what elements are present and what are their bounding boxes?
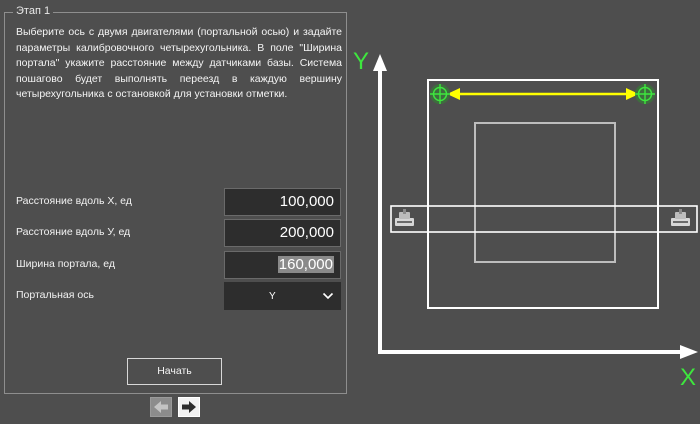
gantry-bar	[390, 205, 698, 233]
portal-axis-value: Y	[269, 291, 276, 302]
row-distance-x: Расстояние вдоль X, ед 100,000	[16, 188, 342, 216]
distance-x-input[interactable]: 100,000	[224, 188, 341, 216]
row-portal-width: Ширина портала, ед 160,000	[16, 251, 342, 279]
chevron-down-icon	[322, 292, 334, 300]
sensor-icon	[671, 209, 690, 226]
x-axis-arrowhead	[680, 345, 698, 359]
row-portal-axis: Портальная ось Y	[16, 282, 342, 310]
arrow-right-icon	[182, 401, 196, 413]
intro-text: Выберите ось с двумя двигателями (портал…	[16, 26, 342, 100]
axis-x-label: X	[680, 364, 696, 390]
sensor-icon	[395, 209, 414, 226]
portal-width-value: 160,000	[277, 256, 334, 273]
distance-y-value: 200,000	[279, 224, 334, 241]
distance-x-value: 100,000	[279, 193, 334, 210]
distance-y-input[interactable]: 200,000	[224, 219, 341, 247]
distance-x-label: Расстояние вдоль X, ед	[16, 195, 132, 207]
y-axis-arrowhead	[373, 54, 387, 71]
portal-width-input[interactable]: 160,000	[224, 251, 341, 279]
portal-frame	[427, 79, 659, 309]
stage-panel: Этап 1 Выберите ось с двумя двигателями …	[4, 5, 347, 394]
panel-legend: Этап 1	[13, 5, 54, 17]
distance-y-label: Расстояние вдоль У, ед	[16, 226, 131, 238]
start-button[interactable]: Начать	[127, 358, 222, 385]
next-button[interactable]	[178, 397, 200, 417]
calibration-diagram: Y X	[353, 48, 698, 390]
axis-y-label: Y	[353, 48, 369, 75]
portal-axis-label: Портальная ось	[16, 289, 94, 301]
portal-width-dimension	[447, 88, 639, 100]
portal-width-label: Ширина портала, ед	[16, 258, 115, 270]
prev-button[interactable]	[150, 397, 172, 417]
crosshair-target-icon	[635, 84, 655, 104]
calibration-quad	[474, 122, 616, 263]
portal-axis-select[interactable]: Y	[224, 282, 341, 310]
row-distance-y: Расстояние вдоль У, ед 200,000	[16, 219, 342, 247]
arrow-left-icon	[154, 401, 168, 413]
crosshair-target-icon	[430, 84, 450, 104]
